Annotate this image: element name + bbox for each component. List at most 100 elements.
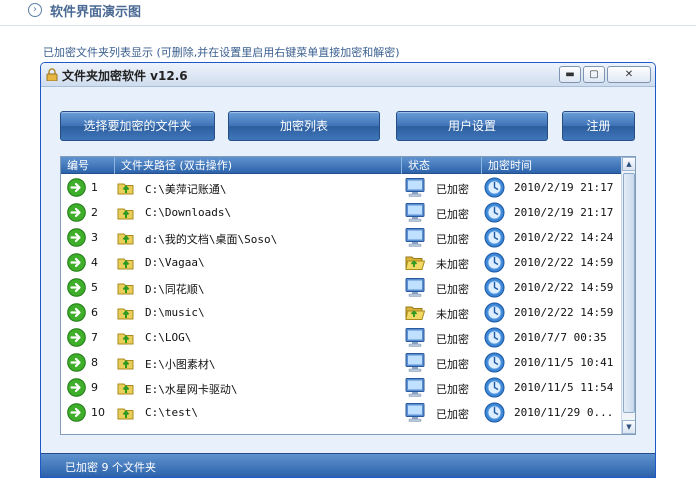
lock-icon [46, 68, 58, 81]
folder-up-icon [116, 403, 135, 422]
green-arrow-icon[interactable] [67, 203, 86, 222]
folder-up-icon [116, 228, 135, 247]
row-time: 2010/7/7 00:35 [514, 331, 607, 344]
row-time: 2010/2/22 14:59 [514, 306, 614, 319]
row-number: 7 [91, 331, 98, 344]
monitor-icon [404, 227, 426, 248]
open-folder-icon [404, 252, 426, 273]
folder-up-icon [116, 303, 135, 322]
row-time: 2010/2/22 14:24 [514, 231, 614, 244]
green-arrow-icon[interactable] [67, 228, 86, 247]
scroll-thumb[interactable] [623, 173, 635, 413]
folder-list[interactable]: 编号 文件夹路径 (双击操作) 状态 加密时间 1 C:\美萍记账通\ 已加密 201… [60, 156, 636, 435]
table-row[interactable]: 9 E:\水星网卡驱动\ 已加密 2010/11/5 11:54 [61, 375, 621, 400]
folder-up-icon [116, 203, 135, 222]
green-arrow-icon[interactable] [67, 378, 86, 397]
table-row[interactable]: 3 d:\我的文档\桌面\Soso\ 已加密 2010/2/22 14:24 [61, 225, 621, 250]
row-status: 已加密 [436, 233, 469, 246]
globe-icon [484, 402, 505, 423]
row-time: 2010/2/19 21:17 [514, 181, 614, 194]
row-time: 2010/11/29 0... [514, 406, 614, 419]
globe-icon [484, 302, 505, 323]
row-status: 已加密 [436, 408, 469, 421]
user-settings-button[interactable]: 用户设置 [396, 111, 548, 141]
row-status: 未加密 [436, 258, 469, 271]
row-number: 1 [91, 181, 98, 194]
row-number: 4 [91, 256, 98, 269]
encrypt-list-button[interactable]: 加密列表 [228, 111, 380, 141]
green-arrow-icon[interactable] [67, 178, 86, 197]
row-path[interactable]: C:\Downloads\ [145, 206, 231, 219]
folder-up-icon [116, 378, 135, 397]
select-folder-button[interactable]: 选择要加密的文件夹 [60, 111, 215, 141]
column-header-path[interactable]: 文件夹路径 (双击操作) [115, 157, 402, 174]
row-status: 已加密 [436, 383, 469, 396]
green-arrow-icon[interactable] [67, 403, 86, 422]
row-path[interactable]: C:\美萍记账通\ [145, 181, 227, 197]
table-row[interactable]: 10 C:\test\ 已加密 2010/11/29 0... [61, 400, 621, 425]
green-arrow-icon[interactable] [67, 253, 86, 272]
row-number: 6 [91, 306, 98, 319]
column-header-status[interactable]: 状态 [402, 157, 482, 174]
green-arrow-icon[interactable] [67, 303, 86, 322]
table-row[interactable]: 6 D:\music\ 未加密 2010/2/22 14:59 [61, 300, 621, 325]
row-time: 2010/2/19 21:17 [514, 206, 614, 219]
table-row[interactable]: 4 D:\Vagaa\ 未加密 2010/2/22 14:59 [61, 250, 621, 275]
globe-icon [484, 377, 505, 398]
title-bar[interactable]: 文件夹加密软件 v12.6 ▬ ▢ ✕ [41, 63, 655, 87]
column-header-time[interactable]: 加密时间 [482, 157, 621, 174]
row-path[interactable]: D:\同花顺\ [145, 281, 205, 297]
globe-icon [484, 352, 505, 373]
scroll-down-button[interactable]: ▼ [622, 420, 635, 434]
folder-up-icon [116, 253, 135, 272]
minimize-button[interactable]: ▬ [559, 66, 581, 83]
status-bar: 已加密 9 个文件夹 [41, 453, 655, 477]
row-status: 已加密 [436, 283, 469, 296]
monitor-icon [404, 277, 426, 298]
row-number: 8 [91, 356, 98, 369]
globe-icon [484, 327, 505, 348]
scroll-up-button[interactable]: ▲ [622, 157, 635, 171]
row-path[interactable]: E:\小图素材\ [145, 356, 216, 372]
row-path[interactable]: d:\我的文档\桌面\Soso\ [145, 231, 277, 247]
vertical-scrollbar[interactable]: ▲ ▼ [621, 157, 635, 434]
row-time: 2010/2/22 14:59 [514, 281, 614, 294]
folder-up-icon [116, 353, 135, 372]
open-folder-icon [404, 302, 426, 323]
monitor-icon [404, 327, 426, 348]
caption-text: 已加密文件夹列表显示 (可删除,并在设置里启用右键菜单直接加密和解密) [43, 46, 400, 59]
table-row[interactable]: 5 D:\同花顺\ 已加密 2010/2/22 14:59 [61, 275, 621, 300]
row-time: 2010/11/5 11:54 [514, 381, 614, 394]
window-title: 文件夹加密软件 v12.6 [62, 69, 188, 83]
row-status: 未加密 [436, 308, 469, 321]
table-row[interactable]: 8 E:\小图素材\ 已加密 2010/11/5 10:41 [61, 350, 621, 375]
row-path[interactable]: C:\test\ [145, 406, 198, 419]
table-row[interactable]: 7 C:\LOG\ 已加密 2010/7/7 00:35 [61, 325, 621, 350]
monitor-icon [404, 202, 426, 223]
green-arrow-icon[interactable] [67, 278, 86, 297]
row-time: 2010/2/22 14:59 [514, 256, 614, 269]
monitor-icon [404, 352, 426, 373]
maximize-button[interactable]: ▢ [583, 66, 605, 83]
green-arrow-icon[interactable] [67, 353, 86, 372]
green-arrow-icon[interactable] [67, 328, 86, 347]
section-title: 软件界面演示图 [50, 5, 142, 20]
row-time: 2010/11/5 10:41 [514, 356, 614, 369]
register-button[interactable]: 注册 [562, 111, 635, 141]
row-path[interactable]: D:\music\ [145, 306, 205, 319]
row-status: 已加密 [436, 358, 469, 371]
row-path[interactable]: E:\水星网卡驱动\ [145, 381, 238, 397]
row-status: 已加密 [436, 333, 469, 346]
table-row[interactable]: 1 C:\美萍记账通\ 已加密 2010/2/19 21:17 [61, 175, 621, 200]
close-button[interactable]: ✕ [607, 66, 651, 83]
monitor-icon [404, 377, 426, 398]
globe-icon [484, 252, 505, 273]
row-number: 2 [91, 206, 98, 219]
table-row[interactable]: 2 C:\Downloads\ 已加密 2010/2/19 21:17 [61, 200, 621, 225]
folder-up-icon [116, 178, 135, 197]
column-header-number[interactable]: 编号 [61, 157, 115, 174]
row-path[interactable]: D:\Vagaa\ [145, 256, 205, 269]
folder-up-icon [116, 328, 135, 347]
row-path[interactable]: C:\LOG\ [145, 331, 191, 344]
globe-icon [484, 227, 505, 248]
